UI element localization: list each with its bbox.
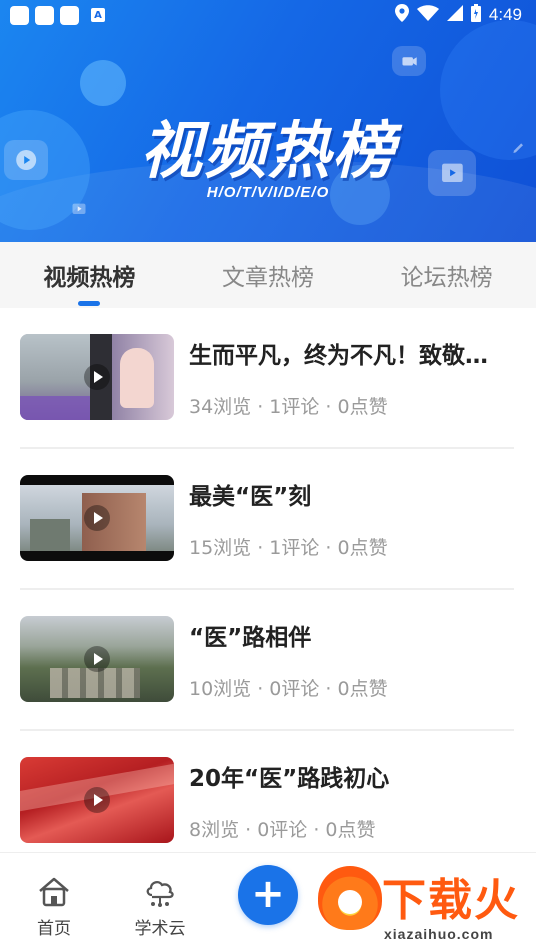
notification-square-icon <box>10 5 29 25</box>
item-stats: 8浏览 · 0评论 · 0点赞 <box>189 819 376 841</box>
app-a-icon: A <box>91 8 105 22</box>
nav-label: 学术云 <box>134 919 186 939</box>
nav-label: 首页 <box>37 919 71 939</box>
video-thumbnail[interactable] <box>20 334 174 420</box>
tab-forum-ranking[interactable]: 论坛热榜 <box>357 242 536 308</box>
item-title: 20年“医”路践初心 <box>189 766 390 792</box>
tab-label: 文章热榜 <box>222 265 314 291</box>
thumbnail-art <box>20 396 90 420</box>
nav-home[interactable]: 首页 <box>14 877 94 939</box>
video-thumbnail[interactable] <box>20 475 174 561</box>
tab-video-ranking[interactable]: 视频热榜 <box>0 242 179 308</box>
status-bar: A 4:49 <box>0 0 536 30</box>
item-stats: 10浏览 · 0评论 · 0点赞 <box>189 678 388 700</box>
play-icon <box>84 505 110 531</box>
banner-title: 视频热榜 <box>139 114 396 187</box>
tab-label: 视频热榜 <box>43 265 136 291</box>
tab-label: 论坛热榜 <box>400 265 493 291</box>
play-icon <box>84 364 110 390</box>
signal-icon <box>446 5 463 25</box>
flame-inner <box>338 890 362 914</box>
video-thumbnail[interactable] <box>20 616 174 702</box>
hero-banner: 视频热榜 H/O/T/V/I/D/E/O <box>0 0 536 242</box>
play-icon <box>84 787 110 813</box>
tab-article-ranking[interactable]: 文章热榜 <box>179 242 358 308</box>
thumbnail-art <box>50 668 140 698</box>
home-icon <box>37 877 71 911</box>
add-button[interactable]: + <box>238 865 298 925</box>
nav-academic-cloud[interactable]: 学术云 <box>120 877 200 939</box>
video-list: 生而平凡，终为不凡！致敬最美医务工作者 34浏览 · 1评论 · 0点赞 最美“… <box>0 308 536 852</box>
play-icon <box>84 646 110 672</box>
list-item[interactable]: 最美“医”刻 15浏览 · 1评论 · 0点赞 <box>20 449 514 590</box>
tab-bar: 视频热榜 文章热榜 论坛热榜 <box>0 242 536 308</box>
watermark-logo: 下载火 xiazaihuo.com <box>318 862 532 948</box>
notification-square-icon <box>60 5 79 25</box>
thumbnail-art <box>30 519 70 551</box>
status-time: 4:49 <box>488 5 522 24</box>
wifi-icon <box>416 5 439 25</box>
list-item[interactable]: 20年“医”路践初心 8浏览 · 0评论 · 0点赞 <box>20 731 514 852</box>
item-title: 生而平凡，终为不凡！致敬最美医务工作者 <box>189 343 509 369</box>
watermark-url: xiazaihuo.com <box>384 926 494 942</box>
thumbnail-art <box>120 348 154 408</box>
watermark-brand: 下载火 <box>382 875 520 926</box>
cloud-network-icon <box>143 877 177 911</box>
list-item[interactable]: 生而平凡，终为不凡！致敬最美医务工作者 34浏览 · 1评论 · 0点赞 <box>20 308 514 449</box>
plus-icon: + <box>251 870 285 917</box>
banner-subtitle: H/O/T/V/I/D/E/O <box>206 184 330 201</box>
location-icon <box>394 4 409 26</box>
notification-square-icon <box>35 5 54 25</box>
video-thumbnail[interactable] <box>20 757 174 843</box>
active-tab-indicator <box>78 301 101 306</box>
item-title: “医”路相伴 <box>189 625 312 651</box>
item-title: 最美“医”刻 <box>189 484 312 510</box>
item-stats: 34浏览 · 1评论 · 0点赞 <box>189 396 388 418</box>
battery-icon <box>470 4 481 26</box>
list-item[interactable]: “医”路相伴 10浏览 · 0评论 · 0点赞 <box>20 590 514 731</box>
item-stats: 15浏览 · 1评论 · 0点赞 <box>189 537 388 559</box>
camera-icon <box>392 46 426 76</box>
